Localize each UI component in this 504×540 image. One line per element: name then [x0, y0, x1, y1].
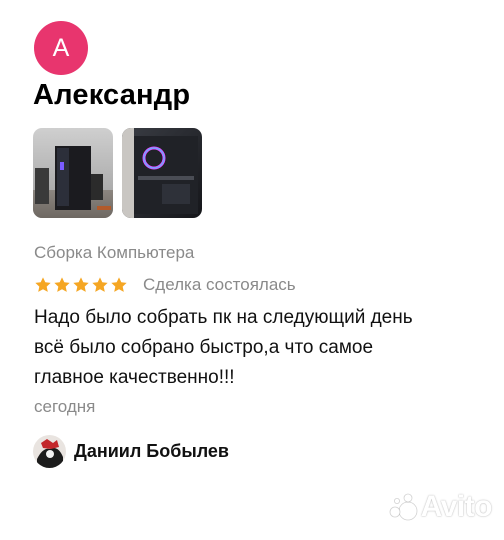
- author-initial: А: [52, 33, 70, 62]
- author-name[interactable]: Александр: [33, 79, 190, 112]
- star-icon: [35, 277, 51, 292]
- pc-case-photo-icon: [33, 128, 113, 218]
- star-icon: [54, 277, 70, 292]
- reply-author-name[interactable]: Даниил Бобылев: [74, 441, 229, 462]
- deal-status: Сделка состоялась: [143, 275, 296, 294]
- review-photo-2[interactable]: [122, 128, 202, 218]
- reply-author-avatar[interactable]: [33, 435, 66, 468]
- avito-wordmark: Avito: [420, 490, 493, 523]
- review-text-line: Надо было собрать пк на следующий день: [34, 307, 413, 328]
- star-icon: [73, 277, 89, 292]
- avito-logo-icon: [389, 493, 418, 521]
- review-date: сегодня: [34, 397, 96, 416]
- star-icon: [111, 277, 127, 292]
- user-photo-icon: [33, 435, 66, 468]
- review-text-line: всё было собрано быстро,а что самое: [34, 337, 374, 358]
- avito-watermark: Avito: [388, 490, 493, 524]
- review-text: Надо было собрать пк на следующий день в…: [34, 303, 484, 393]
- star-icon: [92, 277, 108, 292]
- review-photo-1[interactable]: [33, 128, 113, 218]
- rating-row: Сделка состоялась: [34, 274, 296, 296]
- rating-stars: [34, 276, 128, 294]
- pc-rgb-fan-photo-icon: [122, 128, 202, 218]
- author-avatar[interactable]: А: [34, 21, 88, 75]
- review-category: Сборка Компьютера: [34, 243, 195, 262]
- review-text-line: главное качественно!!!: [34, 367, 235, 388]
